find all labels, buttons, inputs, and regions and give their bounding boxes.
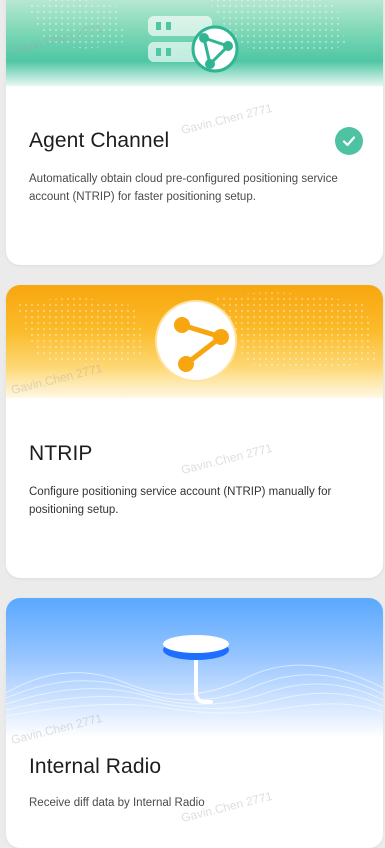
card-description: Configure positioning service account (N… (29, 486, 332, 516)
network-globe-icon (155, 300, 237, 382)
selected-check-icon (335, 127, 363, 155)
card-description: Receive diff data by Internal Radio (29, 797, 205, 809)
card-description: Automatically obtain cloud pre-configure… (29, 173, 338, 203)
network-globe-icon (191, 25, 239, 73)
ntrip-card[interactable]: NTRIP Configure positioning service acco… (6, 285, 383, 578)
ntrip-banner (6, 285, 383, 398)
card-title: Internal Radio (29, 755, 162, 778)
agent-channel-card[interactable]: Agent Channel Automatically obtain cloud… (6, 0, 383, 265)
internal-radio-banner (6, 598, 383, 738)
agent-channel-banner (6, 0, 383, 86)
radio-antenna-icon (163, 635, 229, 704)
card-title: Agent Channel (29, 129, 170, 152)
internal-radio-card[interactable]: Internal Radio Receive diff data by Inte… (6, 598, 383, 848)
card-title: NTRIP (29, 442, 93, 465)
